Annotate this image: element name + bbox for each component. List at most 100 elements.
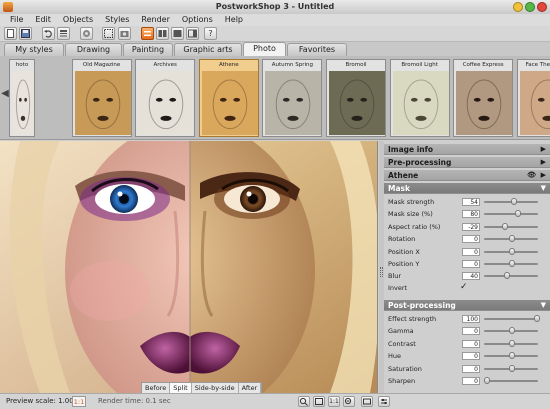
menu-options[interactable]: Options <box>176 14 219 26</box>
menu-file[interactable]: File <box>4 14 29 26</box>
thumbnail-face-icon <box>392 71 449 135</box>
param-slider-handle[interactable] <box>515 210 521 218</box>
properties-panel: Image info ▶ Pre-processing ▶ Athene 👁 ▶… <box>384 141 550 393</box>
param-value-field[interactable]: 80 <box>462 210 480 219</box>
view-split-icon[interactable] <box>156 27 169 40</box>
style-thumbnail-label: hoto <box>15 62 29 68</box>
param-value-field[interactable]: 0 <box>462 260 480 268</box>
param-value-field[interactable]: 0 <box>462 377 480 385</box>
param-slider-handle[interactable] <box>511 198 517 205</box>
scale-one-to-one-button[interactable]: 1:1 <box>72 396 86 407</box>
param-slider-handle[interactable] <box>509 352 515 360</box>
new-icon[interactable] <box>4 27 17 40</box>
section-athene[interactable]: Athene 👁 ▶ <box>384 170 550 181</box>
invert-label: Invert <box>388 284 408 292</box>
section-pre-processing[interactable]: Pre-processing ▶ <box>384 157 550 168</box>
view-single-icon[interactable] <box>141 27 154 40</box>
style-thumbnail-bromoil[interactable]: Bromoil <box>326 59 386 137</box>
zoom-actual-size-button[interactable]: 1:1 <box>328 396 340 407</box>
thumbnail-face-icon <box>12 71 34 135</box>
zoom-out-icon[interactable] <box>343 396 355 407</box>
help-icon[interactable]: ? <box>204 27 217 40</box>
zoom-icon[interactable] <box>298 396 310 407</box>
tab-photo[interactable]: Photo <box>243 42 286 56</box>
style-thumbnail-archives[interactable]: Archives <box>135 59 196 137</box>
param-slider-handle[interactable] <box>484 377 490 384</box>
layers-icon[interactable] <box>57 27 70 40</box>
param-slider-handle[interactable] <box>509 339 515 347</box>
param-slider-handle[interactable] <box>509 364 515 372</box>
scroll-left-icon[interactable]: ◀ <box>1 86 9 102</box>
save-icon[interactable] <box>19 27 32 40</box>
param-slider-handle[interactable] <box>502 222 508 230</box>
invert-checkbox[interactable]: ✓ <box>460 283 469 292</box>
param-value-field[interactable]: 0 <box>462 364 480 373</box>
settings-icon[interactable] <box>378 396 390 407</box>
param-value-field[interactable]: 0 <box>462 247 480 256</box>
view-sidebyside-icon[interactable] <box>171 27 184 40</box>
style-thumbnail-face-the-mirror[interactable]: Face The Mirror <box>516 59 550 137</box>
param-value-field[interactable]: 100 <box>462 315 480 323</box>
style-thumbnail-bromoil-light[interactable]: Bromoil Light <box>389 59 450 137</box>
tab-graphic-arts[interactable]: Graphic arts <box>174 43 242 56</box>
compare-after[interactable]: After <box>239 383 262 393</box>
param-value-field[interactable]: 0 <box>462 327 480 336</box>
layout-icon[interactable] <box>186 27 199 40</box>
section-post-processing[interactable]: Post-processing ▼ <box>384 300 550 311</box>
style-thumbnail-autumn-spring[interactable]: Autumn Spring <box>262 59 323 137</box>
style-thumbnail-coffee-express[interactable]: Coffee Express <box>453 59 514 137</box>
select-icon[interactable] <box>102 27 115 40</box>
param-value-field[interactable]: 0 <box>462 235 480 244</box>
section-title: Athene <box>388 171 419 180</box>
fullscreen-icon[interactable] <box>361 396 373 407</box>
section-image-info[interactable]: Image info ▶ <box>384 144 550 155</box>
compare-split[interactable]: Split <box>170 383 192 393</box>
section-title: Post-processing <box>388 301 456 310</box>
preview-scale-label: Preview scale: 1.00 <box>6 397 74 405</box>
menu-objects[interactable]: Objects <box>57 14 99 26</box>
param-slider-handle[interactable] <box>509 327 515 335</box>
undo-icon[interactable] <box>42 27 55 40</box>
param-slider-handle[interactable] <box>504 272 510 280</box>
param-value-field[interactable]: 0 <box>462 352 480 361</box>
param-slider-handle[interactable] <box>509 260 515 267</box>
compare-side-by-side[interactable]: Side-by-side <box>192 383 239 393</box>
param-value-field[interactable]: 0 <box>462 339 480 348</box>
param-label: Saturation <box>388 364 422 373</box>
brush-icon[interactable] <box>80 27 93 40</box>
title-bar: PostworkShop 3 - Untitled <box>0 0 550 14</box>
minimize-button[interactable] <box>513 2 523 12</box>
tab-favorites[interactable]: Favorites <box>287 43 347 56</box>
param-slider-track[interactable] <box>484 380 538 382</box>
style-thumbnail-athene[interactable]: Athene <box>198 59 259 137</box>
maximize-button[interactable] <box>525 2 535 12</box>
menu-styles[interactable]: Styles <box>99 14 135 26</box>
param-value-field[interactable]: -29 <box>462 222 480 231</box>
param-value-field[interactable]: 40 <box>462 272 480 281</box>
param-slider-handle[interactable] <box>534 315 540 322</box>
image-canvas[interactable] <box>0 141 378 393</box>
param-value-field[interactable]: 54 <box>462 198 480 206</box>
section-mask[interactable]: Mask ▼ <box>384 183 550 194</box>
tab-my-styles[interactable]: My styles <box>4 43 64 56</box>
style-thumbnail-old-magazine[interactable]: Old Magazine <box>71 59 132 137</box>
param-slider-track[interactable] <box>484 275 538 278</box>
menu-help[interactable]: Help <box>219 14 249 26</box>
screenshot-icon[interactable] <box>118 27 131 40</box>
tab-drawing[interactable]: Drawing <box>65 43 122 56</box>
style-thumbnail-hoto[interactable]: hoto <box>9 59 35 137</box>
close-button[interactable] <box>537 2 547 12</box>
menu-render[interactable]: Render <box>135 14 175 26</box>
param-slider-track[interactable] <box>484 318 538 320</box>
tab-painting[interactable]: Painting <box>123 43 173 56</box>
eye-icon[interactable]: 👁 <box>527 170 536 181</box>
param-label: Mask strength <box>388 198 435 206</box>
param-slider-handle[interactable] <box>509 247 515 255</box>
param-slider-track[interactable] <box>484 213 538 216</box>
compare-before[interactable]: Before <box>142 383 171 393</box>
menu-edit[interactable]: Edit <box>29 14 57 26</box>
param-slider-handle[interactable] <box>509 235 515 243</box>
fit-to-window-icon[interactable] <box>313 396 325 407</box>
param-row: Position X 0 <box>384 246 550 258</box>
param-slider-track[interactable] <box>484 225 538 228</box>
